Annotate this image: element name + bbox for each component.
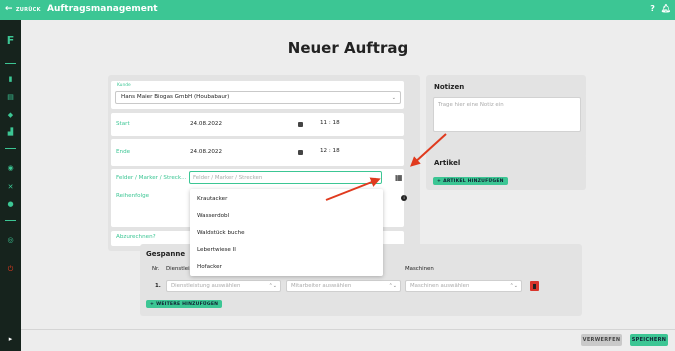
annotation-arrow bbox=[410, 133, 447, 167]
annotation-arrows bbox=[325, 133, 447, 201]
annotation-arrow bbox=[325, 177, 381, 201]
